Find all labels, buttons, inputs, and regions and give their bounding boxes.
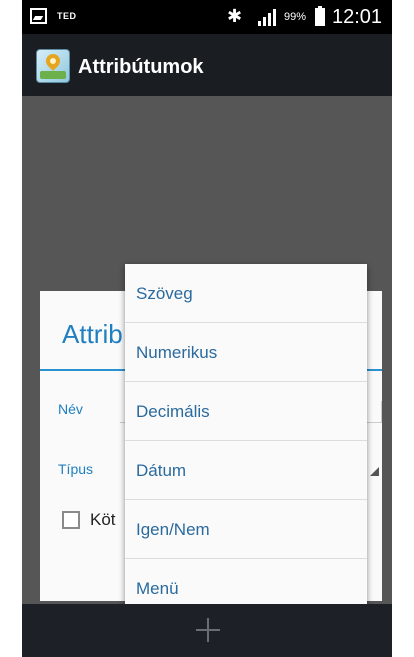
carrier-label: TED xyxy=(57,11,77,21)
bottom-action-bar xyxy=(22,604,392,657)
menu-item-label: Szöveg xyxy=(136,284,193,303)
menu-item-label: Menü xyxy=(136,579,179,598)
menu-item-label: Numerikus xyxy=(136,343,218,362)
bluetooth-icon: ✱ xyxy=(227,6,243,26)
required-label: Köt xyxy=(90,510,116,529)
required-checkbox[interactable] xyxy=(62,511,80,529)
app-bar: Attribútumok xyxy=(22,34,392,96)
menu-item-label: Decimális xyxy=(136,402,210,421)
phone-screen: TED ✱ 99% 12:01 Attribútumok Attrib Név … xyxy=(22,0,392,657)
logo-land xyxy=(40,71,66,79)
status-bar: TED ✱ 99% 12:01 xyxy=(22,0,392,34)
clock: 12:01 xyxy=(332,6,383,28)
type-spinner-arrow-icon[interactable] xyxy=(370,467,379,476)
type-dropdown-menu: Szöveg Numerikus Decimális Dátum Igen/Ne… xyxy=(125,264,367,622)
add-attribute-button[interactable] xyxy=(196,618,220,642)
battery-icon xyxy=(315,6,325,26)
map-pin-logo-icon[interactable] xyxy=(36,49,70,83)
dialog-title: Attrib xyxy=(62,319,123,349)
menu-item-numerikus[interactable]: Numerikus xyxy=(125,323,367,382)
image-notification-icon xyxy=(30,8,47,24)
menu-item-szoveg[interactable]: Szöveg xyxy=(125,264,367,323)
app-title: Attribútumok xyxy=(78,56,204,78)
menu-item-decimalis[interactable]: Decimális xyxy=(125,382,367,441)
battery-percent: 99% xyxy=(284,11,307,23)
menu-item-datum[interactable]: Dátum xyxy=(125,441,367,500)
logo-pin xyxy=(43,51,63,71)
menu-item-label: Igen/Nem xyxy=(136,520,210,539)
type-label: Típus xyxy=(58,461,94,477)
content-area: Attrib Név Típus Köt Még Szöveg Numeriku… xyxy=(22,96,392,622)
menu-item-label: Dátum xyxy=(136,461,187,480)
signal-icon xyxy=(258,9,276,26)
menu-item-igen-nem[interactable]: Igen/Nem xyxy=(125,500,367,559)
name-label: Név xyxy=(58,401,83,417)
